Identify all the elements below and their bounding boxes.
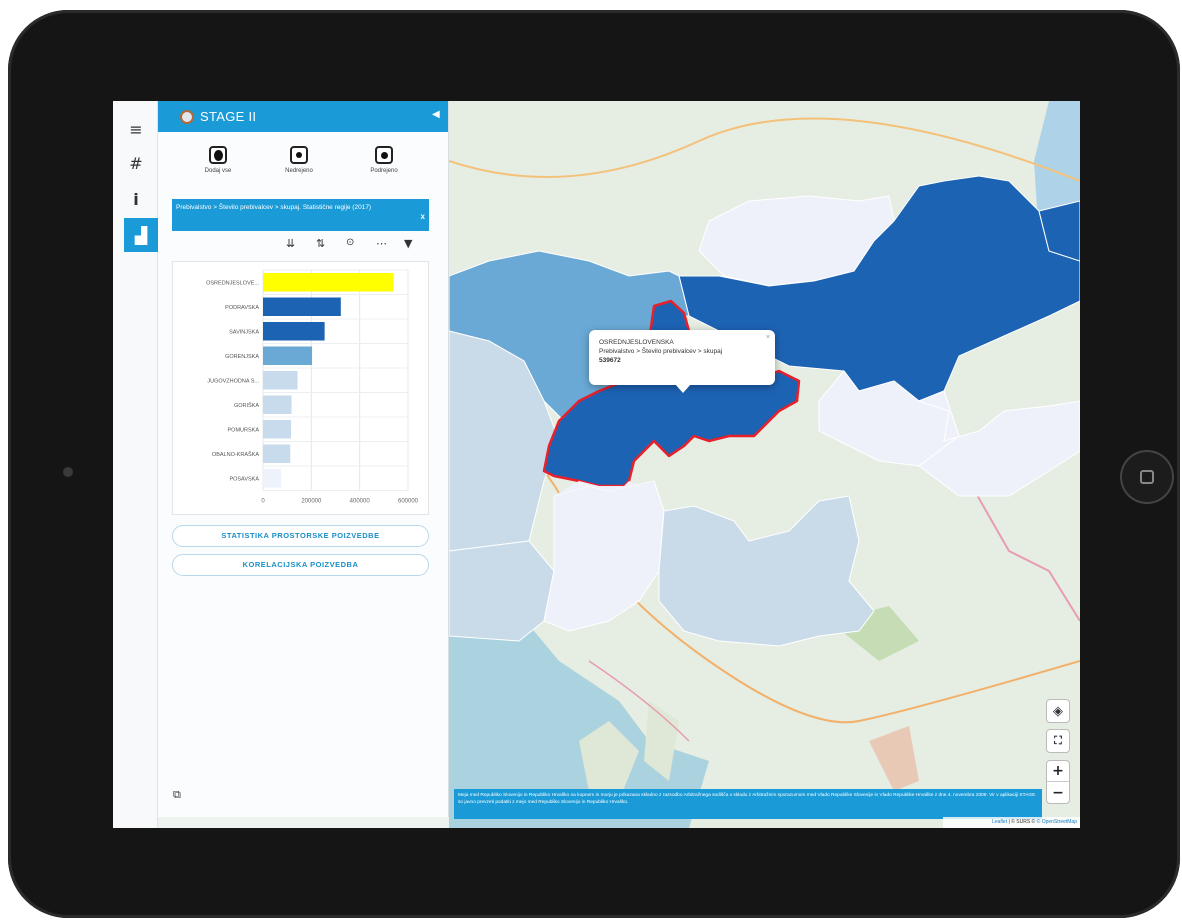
selection-modes: Dodaj vse Nedrejeno Podrejeno [158,146,449,186]
mode-add-all[interactable]: Dodaj vse [188,146,248,174]
mode-subordinate[interactable]: Podrejeno [354,146,414,174]
app-title: STAGE II [200,109,257,124]
camera [63,467,73,477]
x-tick-label: 400000 [350,499,371,505]
category-label: POSAVSKA [229,476,259,482]
bar-2[interactable] [263,297,341,317]
panel-header: STAGE II ◀ [158,101,448,132]
category-label: OSREDNJESLOVE... [206,280,259,286]
border-disclaimer: Meja med Republiko Slovenijo in Republik… [454,789,1042,819]
leaflet-link[interactable]: Leaflet [992,819,1007,825]
zoom-control: + − [1046,760,1070,804]
popup-region: OSREDNJESLOVENSKA [599,339,674,346]
category-label: JUGOVZHODNA S... [207,378,259,384]
side-panel: STAGE II ◀ Dodaj vse Nedrejeno Podrejeno… [158,101,449,817]
reset-icon[interactable]: ⊙ [346,237,354,248]
x-tick-label: 200000 [301,499,322,505]
more-icon[interactable]: ⋯ [376,237,387,250]
category-label: OBALNO-KRAŠKA [212,451,259,458]
attribution-sep: | © SURS © [1007,819,1037,825]
superior-icon [290,146,308,164]
logo-icon [180,109,194,124]
map-view[interactable]: ◈ ⛶ + − [449,101,1080,828]
filter-icon[interactable]: ▼ [404,237,412,250]
bar-chart-svg: 0 200000 400000 600000 OSREDNJESLOVE... PODRA… [206,269,419,505]
fullscreen-icon[interactable]: ⛶ [1046,729,1070,753]
layers-icon[interactable]: ◈ [1046,699,1070,723]
bar-7[interactable] [263,420,292,439]
query-bar: Prebivalstvo > Število prebivalcev > sku… [172,199,429,231]
map-svg [449,101,1080,828]
bar-9[interactable] [263,469,282,488]
subordinate-icon [375,146,393,164]
map-attribution: Leaflet | © SURS © © OpenStreetMap [943,817,1080,828]
app-screen: ≡ # i ▟ STAGE II ◀ Dodaj vse Nedrejeno P… [113,101,1080,828]
bar-5[interactable] [263,371,298,390]
add-all-icon [209,146,227,164]
mode-label: Dodaj vse [204,168,232,174]
menu-icon[interactable]: ≡ [120,113,152,145]
osm-link[interactable]: © OpenStreetMap [1037,819,1077,825]
sort-asc-icon[interactable]: ⇅ [316,237,325,250]
popup-attribute: Prebivalstvo > Število prebivalcev > sku… [599,348,723,355]
mode-label: Nedrejeno [285,168,313,174]
region-obalno-kraska[interactable] [449,540,555,642]
category-label: GORIŠKA [234,402,259,409]
popup-tip [675,384,691,393]
zoom-in-button[interactable]: + [1047,761,1069,782]
x-tick-label: 600000 [398,499,419,505]
chart-icon[interactable]: ▟ [124,218,158,252]
query-text: Prebivalstvo > Število prebivalcev > sku… [176,204,372,211]
bar-chart: 0 200000 400000 600000 OSREDNJESLOVE... PODRA… [172,261,429,515]
zoom-out-button[interactable]: − [1047,782,1069,803]
category-label: PODRAVSKA [225,305,259,311]
region-popup: × OSREDNJESLOVENSKA Prebivalstvo > Števi… [589,330,775,385]
popup-close-button[interactable]: × [766,333,770,342]
bar-1[interactable] [263,273,394,292]
category-label: GORENJSKA [225,354,259,360]
category-label: SAVINJSKA [229,329,259,335]
home-icon [1140,470,1154,484]
bar-6[interactable] [263,395,292,415]
spatial-stats-button[interactable]: STATISTIKA PROSTORSKE POIZVEDBE [172,525,429,547]
mode-label: Podrejeno [370,168,398,174]
grid-icon[interactable]: # [120,147,152,179]
sort-desc-icon[interactable]: ⇊ [286,237,295,250]
bar-3[interactable] [263,322,325,341]
copy-icon[interactable]: ⧉ [173,789,181,802]
info-icon[interactable]: i [120,183,152,215]
query-close-button[interactable]: x [421,212,425,221]
bar-8[interactable] [263,444,291,464]
correlation-button[interactable]: KORELACIJSKA POIZVEDBA [172,554,429,576]
popup-value: 539672 [599,357,621,364]
mode-superior[interactable]: Nedrejeno [269,146,329,174]
nav-rail: ≡ # i ▟ [113,101,158,828]
bar-4[interactable] [263,346,313,366]
collapse-panel-icon[interactable]: ◀ [432,109,440,120]
category-label: POMURSKA [228,427,260,433]
x-tick-label: 0 [261,499,265,505]
chart-toolbar: ⇊ ⇅ ⊙ ⋯ ▼ [286,237,426,253]
home-button[interactable] [1120,450,1174,504]
